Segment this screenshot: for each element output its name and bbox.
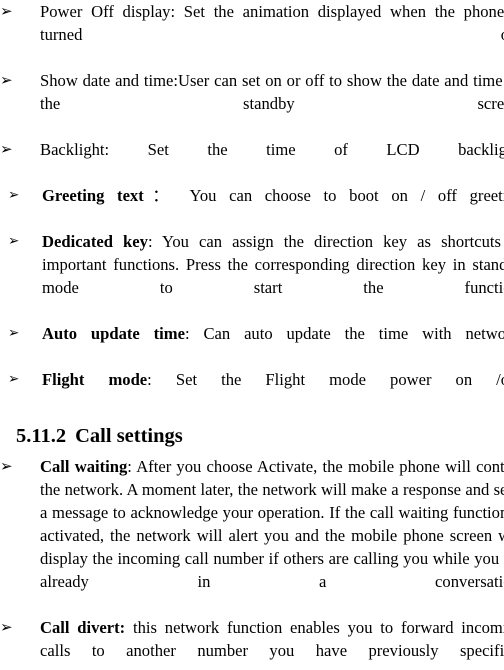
list-item-label: Call waiting (40, 457, 128, 476)
list-item-text: Greeting text： You can choose to boot on… (42, 184, 504, 230)
list-item-label: Dedicated key (42, 232, 148, 251)
list-item-body: Show date and time:User can set on or of… (40, 71, 504, 113)
list-item-separator: ： (143, 186, 190, 205)
list-item-label: Auto update time (42, 324, 185, 343)
arrow-bullet-icon: ➢ (8, 233, 20, 249)
list-item: ➢ Power Off display: Set the animation d… (0, 0, 504, 69)
list-item-body: You can choose to boot on / off greeting (189, 186, 504, 205)
list-item-body: Backlight: Set the time of LCD backlight… (40, 140, 504, 159)
list-item: ➢ Dedicated key: You can assign the dire… (0, 230, 504, 322)
list-item: ➢ Auto update time: Can auto update the … (0, 322, 504, 368)
list-item-text: Call waiting: After you choose Activate,… (40, 455, 504, 616)
list-item-text: Call divert: this network function enabl… (40, 616, 504, 670)
list-item-separator: : (184, 324, 204, 343)
list-item-body: Set the Flight mode power on /off. (175, 370, 504, 389)
arrow-bullet-icon: ➢ (0, 618, 13, 636)
list-item: ➢ Call waiting: After you choose Activat… (0, 455, 504, 616)
bullet-list-call-settings: ➢ Call waiting: After you choose Activat… (0, 455, 504, 670)
arrow-bullet-icon: ➢ (0, 2, 13, 20)
list-item-body: Can auto update the time with network. (203, 324, 504, 343)
page-canvas: ➢ Power Off display: Set the animation d… (0, 0, 504, 670)
arrow-bullet-icon: ➢ (0, 140, 13, 158)
list-item-text: Show date and time:User can set on or of… (40, 69, 504, 138)
document-page: ➢ Power Off display: Set the animation d… (0, 0, 504, 670)
section-number: 5.11.2 (16, 425, 67, 447)
list-item-separator (125, 618, 133, 637)
arrow-bullet-icon: ➢ (8, 325, 20, 341)
arrow-bullet-icon: ➢ (8, 371, 20, 387)
list-item-text: Auto update time: Can auto update the ti… (42, 322, 504, 368)
list-item-body: After you choose Activate, the mobile ph… (40, 457, 504, 591)
arrow-bullet-icon: ➢ (0, 71, 13, 89)
list-item-separator: : (147, 370, 176, 389)
list-item: ➢ Call divert: this network function ena… (0, 616, 504, 670)
list-item-separator: : (127, 457, 137, 476)
list-item: ➢ Show date and time:User can set on or … (0, 69, 504, 138)
bullet-list-display-settings: ➢ Power Off display: Set the animation d… (0, 0, 504, 414)
section-title: Call settings (75, 425, 183, 447)
list-item-separator: : (147, 232, 163, 251)
list-item-text: Power Off display: Set the animation dis… (40, 0, 504, 69)
list-item-label: Greeting text (42, 186, 144, 205)
list-item-body: Power Off display: Set the animation dis… (40, 2, 504, 44)
list-item: ➢ Flight mode: Set the Flight mode power… (0, 368, 504, 414)
list-item-label: Call divert: (40, 618, 126, 637)
list-item-text: Dedicated key: You can assign the direct… (42, 230, 504, 322)
arrow-bullet-icon: ➢ (8, 187, 20, 203)
list-item-label: Flight mode (42, 370, 148, 389)
list-item-text: Backlight: Set the time of LCD backlight… (40, 138, 504, 184)
list-item: ➢ Greeting text： You can choose to boot … (0, 184, 504, 230)
page-title: 5.11.2 Call settings (0, 421, 504, 451)
list-item-text: Flight mode: Set the Flight mode power o… (42, 368, 504, 414)
list-item: ➢ Backlight: Set the time of LCD backlig… (0, 138, 504, 184)
arrow-bullet-icon: ➢ (0, 457, 13, 475)
